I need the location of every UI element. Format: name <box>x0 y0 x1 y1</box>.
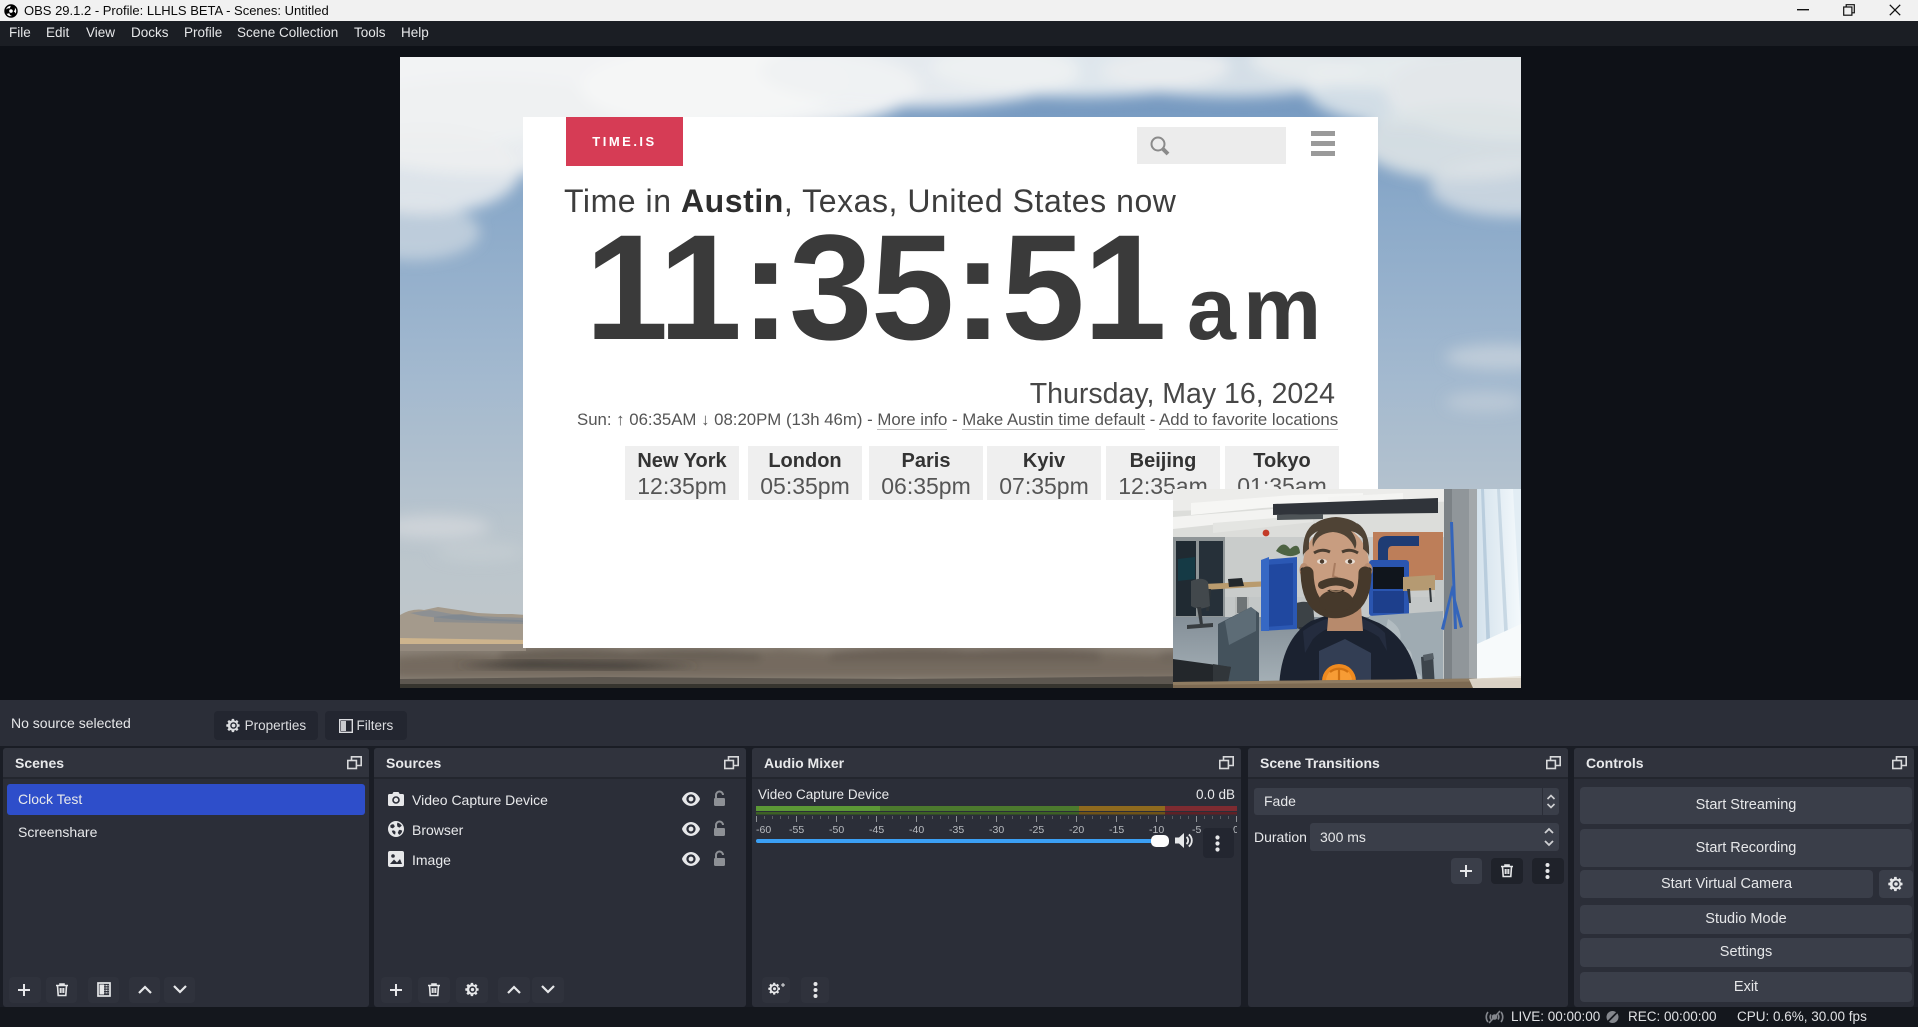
svg-text:-30: -30 <box>989 824 1004 836</box>
svg-text:-40: -40 <box>909 824 924 836</box>
svg-text:-55: -55 <box>789 824 804 836</box>
svg-text:-5: -5 <box>1192 824 1201 836</box>
svg-text:-45: -45 <box>869 824 884 836</box>
svg-text:-25: -25 <box>1029 824 1044 836</box>
svg-text:-50: -50 <box>829 824 844 836</box>
svg-text:-15: -15 <box>1109 824 1124 836</box>
svg-text:-60: -60 <box>756 824 771 836</box>
svg-text:-20: -20 <box>1069 824 1084 836</box>
svg-text:-35: -35 <box>949 824 964 836</box>
